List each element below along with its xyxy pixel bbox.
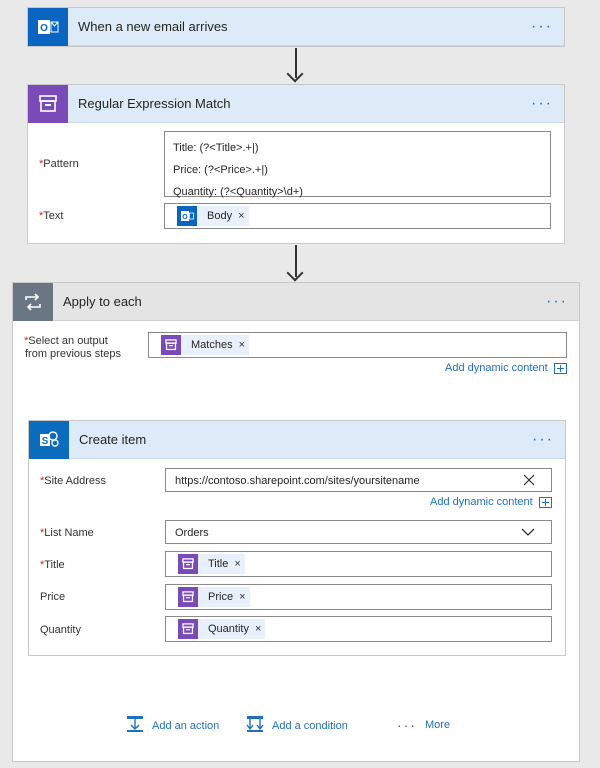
select-output-input[interactable]: Matches × bbox=[148, 332, 567, 358]
regex-more-button[interactable]: ··· bbox=[520, 95, 564, 113]
body-token-label: Body bbox=[197, 210, 238, 222]
remove-token-icon[interactable]: × bbox=[255, 623, 261, 635]
trigger-title: When a new email arrives bbox=[68, 19, 520, 34]
trigger-card[interactable]: O When a new email arrives ··· bbox=[27, 7, 565, 47]
create-item-more-button[interactable]: ··· bbox=[521, 431, 565, 449]
svg-text:S: S bbox=[42, 436, 49, 447]
quantity-token-label: Quantity bbox=[198, 623, 255, 635]
trigger-more-button[interactable]: ··· bbox=[520, 18, 564, 36]
price-field-label: Price bbox=[40, 591, 65, 603]
create-item-card[interactable]: S Create item ··· *Site Address https://… bbox=[28, 420, 566, 656]
archive-box-icon bbox=[178, 619, 198, 639]
list-name-value: Orders bbox=[175, 521, 209, 545]
site-address-input[interactable]: https://contoso.sharepoint.com/sites/you… bbox=[165, 468, 552, 492]
pattern-label: *Pattern bbox=[39, 158, 79, 170]
list-name-label: *List Name bbox=[40, 527, 94, 539]
create-item-header[interactable]: S Create item ··· bbox=[29, 421, 565, 459]
pattern-line: Price: (?<Price>.+|) bbox=[173, 159, 542, 181]
outlook-icon: O bbox=[28, 8, 68, 46]
add-action-icon bbox=[126, 715, 144, 736]
title-token-label: Title bbox=[198, 558, 234, 570]
chevron-down-icon[interactable] bbox=[521, 527, 535, 540]
add-action-button[interactable]: Add an action bbox=[126, 715, 219, 736]
clear-icon[interactable] bbox=[523, 474, 535, 489]
regex-card[interactable]: Regular Expression Match ··· *Pattern Ti… bbox=[27, 84, 565, 244]
site-address-value: https://contoso.sharepoint.com/sites/you… bbox=[175, 469, 420, 493]
quantity-input[interactable]: Quantity × bbox=[165, 616, 552, 642]
add-condition-button[interactable]: Add a condition bbox=[246, 715, 348, 736]
title-token[interactable]: Title × bbox=[178, 554, 245, 574]
add-condition-icon bbox=[246, 715, 264, 736]
add-dynamic-content-link[interactable]: Add dynamic content bbox=[445, 362, 567, 374]
remove-token-icon[interactable]: × bbox=[239, 591, 245, 603]
price-input[interactable]: Price × bbox=[165, 584, 552, 610]
add-dynamic-plus-icon bbox=[539, 497, 552, 508]
text-label: *Text bbox=[39, 210, 63, 222]
remove-token-icon[interactable]: × bbox=[239, 339, 245, 351]
archive-box-icon bbox=[28, 85, 68, 123]
select-output-label: *Select an output from previous steps bbox=[24, 335, 121, 361]
apply-card[interactable]: Apply to each ··· *Select an output from… bbox=[12, 282, 580, 762]
svg-text:O: O bbox=[182, 214, 188, 221]
matches-token[interactable]: Matches × bbox=[161, 335, 249, 355]
archive-box-icon bbox=[161, 335, 181, 355]
regex-title: Regular Expression Match bbox=[68, 96, 520, 111]
create-item-title: Create item bbox=[69, 432, 521, 447]
add-dynamic-content-link[interactable]: Add dynamic content bbox=[430, 496, 552, 508]
loop-icon bbox=[13, 283, 53, 321]
more-button[interactable]: ··· More bbox=[397, 717, 450, 733]
apply-title: Apply to each bbox=[53, 294, 535, 309]
title-field-label: *Title bbox=[40, 559, 65, 571]
flow-arrow-1 bbox=[295, 48, 297, 78]
remove-token-icon[interactable]: × bbox=[238, 210, 244, 222]
sharepoint-icon: S bbox=[29, 421, 69, 459]
pattern-line: Quantity: (?<Quantity>\d+) bbox=[173, 181, 542, 203]
text-input[interactable]: O Body × bbox=[164, 203, 551, 229]
body-token[interactable]: O Body × bbox=[177, 206, 249, 226]
site-address-label: *Site Address bbox=[40, 475, 106, 487]
archive-box-icon bbox=[178, 587, 198, 607]
trigger-header[interactable]: O When a new email arrives ··· bbox=[28, 8, 564, 46]
pattern-line: Title: (?<Title>.+|) bbox=[173, 137, 542, 159]
flow-arrow-2 bbox=[295, 245, 297, 277]
quantity-token[interactable]: Quantity × bbox=[178, 619, 265, 639]
regex-header[interactable]: Regular Expression Match ··· bbox=[28, 85, 564, 123]
remove-token-icon[interactable]: × bbox=[234, 558, 240, 570]
price-token-label: Price bbox=[198, 591, 239, 603]
add-dynamic-plus-icon bbox=[554, 363, 567, 374]
title-input[interactable]: Title × bbox=[165, 551, 552, 577]
apply-header[interactable]: Apply to each ··· bbox=[13, 283, 579, 321]
price-token[interactable]: Price × bbox=[178, 587, 250, 607]
svg-text:O: O bbox=[40, 23, 48, 34]
list-name-select[interactable]: Orders bbox=[165, 520, 552, 544]
quantity-field-label: Quantity bbox=[40, 624, 81, 636]
apply-more-button[interactable]: ··· bbox=[535, 293, 579, 311]
archive-box-icon bbox=[178, 554, 198, 574]
matches-token-label: Matches bbox=[181, 339, 239, 351]
outlook-icon: O bbox=[177, 206, 197, 226]
more-dots-icon: ··· bbox=[397, 717, 417, 733]
pattern-input[interactable]: Title: (?<Title>.+|) Price: (?<Price>.+|… bbox=[164, 131, 551, 197]
